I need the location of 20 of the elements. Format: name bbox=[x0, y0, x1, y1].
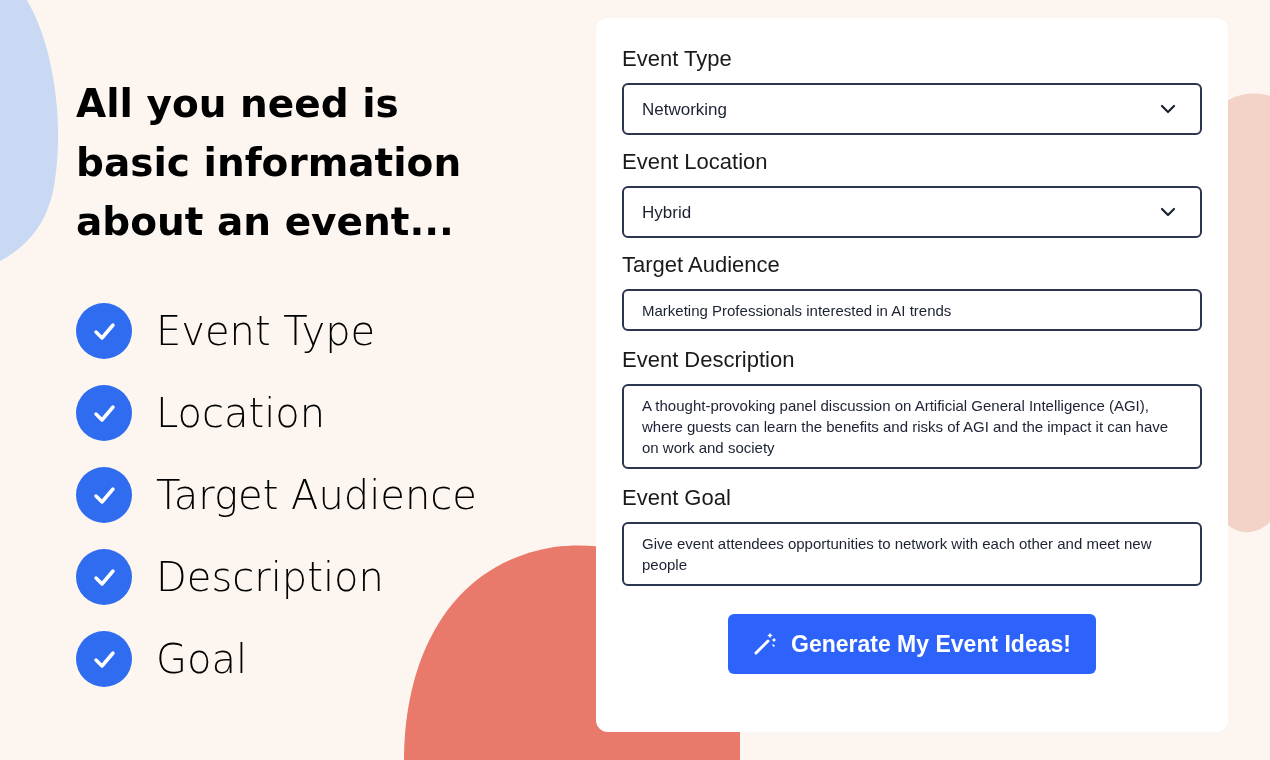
generate-button[interactable]: Generate My Event Ideas! bbox=[728, 614, 1096, 674]
field-label: Event Location bbox=[622, 149, 769, 175]
checklist-label: Goal bbox=[156, 636, 248, 682]
chevron-down-icon bbox=[1160, 207, 1176, 217]
magic-wand-icon bbox=[753, 632, 777, 656]
chevron-down-icon bbox=[1160, 104, 1176, 114]
field-label: Target Audience bbox=[622, 252, 781, 278]
checklist-label: Description bbox=[156, 554, 384, 600]
field-label: Event Goal bbox=[622, 485, 732, 511]
checklist-label: Event Type bbox=[156, 308, 376, 354]
checklist-label: Location bbox=[156, 390, 326, 436]
text-area[interactable]: A thought-provoking panel discussion on Artificial General Intelligence (AGI), where guests can learn the benefits and risks of AGI and the impact it can have on work and society bbox=[622, 384, 1202, 469]
input-field[interactable]: Marketing Professionals interested in AI trends bbox=[622, 289, 1202, 331]
dropdown[interactable]: Hybrid bbox=[622, 186, 1202, 238]
field-label: Event Type bbox=[622, 46, 733, 72]
checklist-label: Target Audience bbox=[156, 472, 477, 518]
field-label: Event Description bbox=[622, 347, 796, 373]
dropdown[interactable]: Networking bbox=[622, 83, 1202, 135]
heading: All you need is basic information about an event... bbox=[76, 80, 463, 246]
text-area[interactable]: Give event attendees opportunities to network with each other and meet new people bbox=[622, 522, 1202, 586]
